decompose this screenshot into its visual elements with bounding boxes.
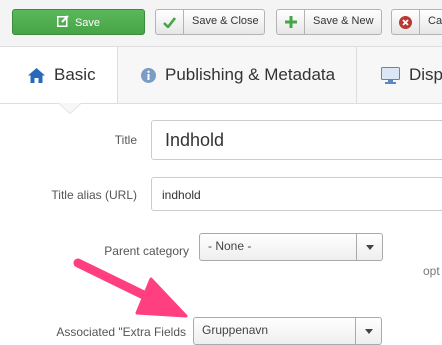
- annotation-arrow-icon: [73, 258, 188, 318]
